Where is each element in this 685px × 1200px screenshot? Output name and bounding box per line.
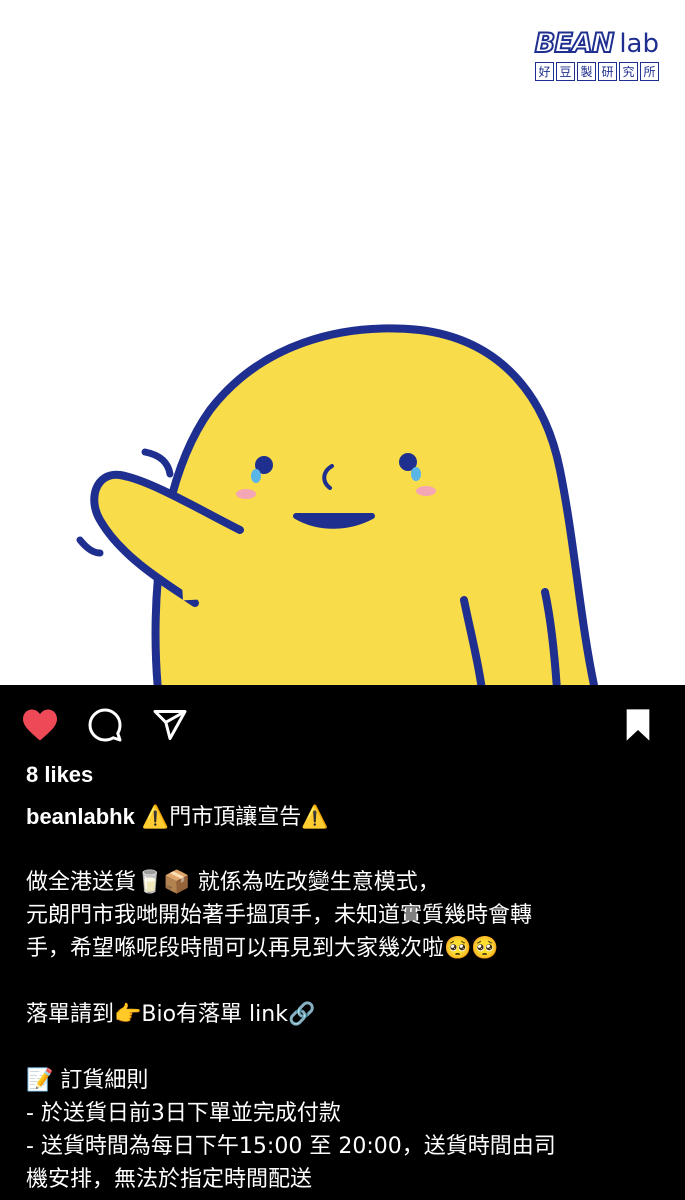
caption-line bbox=[26, 1031, 656, 1064]
logo-brand-text: BEAN bbox=[534, 28, 616, 59]
heart-filled-icon bbox=[23, 709, 57, 741]
brand-logo: BEAN lab 好 豆 製 研 究 所 bbox=[519, 28, 659, 81]
caption-line: 落單請到👉Bio有落單 link🔗 bbox=[26, 1002, 316, 1027]
likes-count[interactable]: 8 likes bbox=[26, 762, 93, 788]
like-button[interactable] bbox=[20, 705, 60, 745]
logo-char: 究 bbox=[619, 62, 638, 81]
mascot-illustration bbox=[76, 324, 599, 685]
caption-title: ⚠️門市頂讓宣告⚠️ bbox=[134, 805, 329, 830]
comment-button[interactable] bbox=[85, 705, 125, 745]
logo-char: 研 bbox=[598, 62, 617, 81]
logo-sub-text: lab bbox=[619, 29, 659, 59]
action-bar bbox=[0, 685, 685, 760]
post-caption: beanlabhk ⚠️門市頂讓宣告⚠️ 做全港送貨🥛📦 就係為咗改變生意模式，… bbox=[26, 800, 656, 1196]
send-icon bbox=[153, 710, 187, 740]
logo-char: 豆 bbox=[556, 62, 575, 81]
save-button[interactable] bbox=[618, 705, 658, 745]
bookmark-icon bbox=[626, 709, 650, 741]
share-button[interactable] bbox=[150, 705, 190, 745]
caption-line: 機安排，無法於指定時間配送 bbox=[26, 1167, 313, 1192]
caption-line: 📝 訂貨細則 bbox=[26, 1068, 149, 1093]
caption-line: 做全港送貨🥛📦 就係為咗改變生意模式， bbox=[26, 870, 440, 895]
caption-line: 手，希望喺呢段時間可以再見到大家幾次啦🥺🥺 bbox=[26, 936, 499, 961]
post-image[interactable]: BEAN lab 好 豆 製 研 究 所 bbox=[0, 0, 685, 685]
mascot-body bbox=[151, 324, 599, 685]
logo-char: 好 bbox=[535, 62, 554, 81]
logo-char: 製 bbox=[577, 62, 596, 81]
logo-char: 所 bbox=[640, 62, 659, 81]
logo-chinese-name: 好 豆 製 研 究 所 bbox=[519, 62, 659, 81]
caption-line: - 送貨時間為每日下午15:00 至 20:00，送貨時間由司 bbox=[26, 1134, 556, 1159]
caption-line bbox=[26, 965, 656, 998]
caption-header-line: beanlabhk ⚠️門市頂讓宣告⚠️ bbox=[26, 800, 656, 833]
caption-line: - 於送貨日前3日下單並完成付款 bbox=[26, 1101, 341, 1126]
caption-username[interactable]: beanlabhk bbox=[26, 804, 135, 829]
comment-icon bbox=[88, 708, 122, 742]
caption-line: 元朗門市我哋開始著手搵頂手，未知道實質幾時會轉 bbox=[26, 903, 533, 928]
